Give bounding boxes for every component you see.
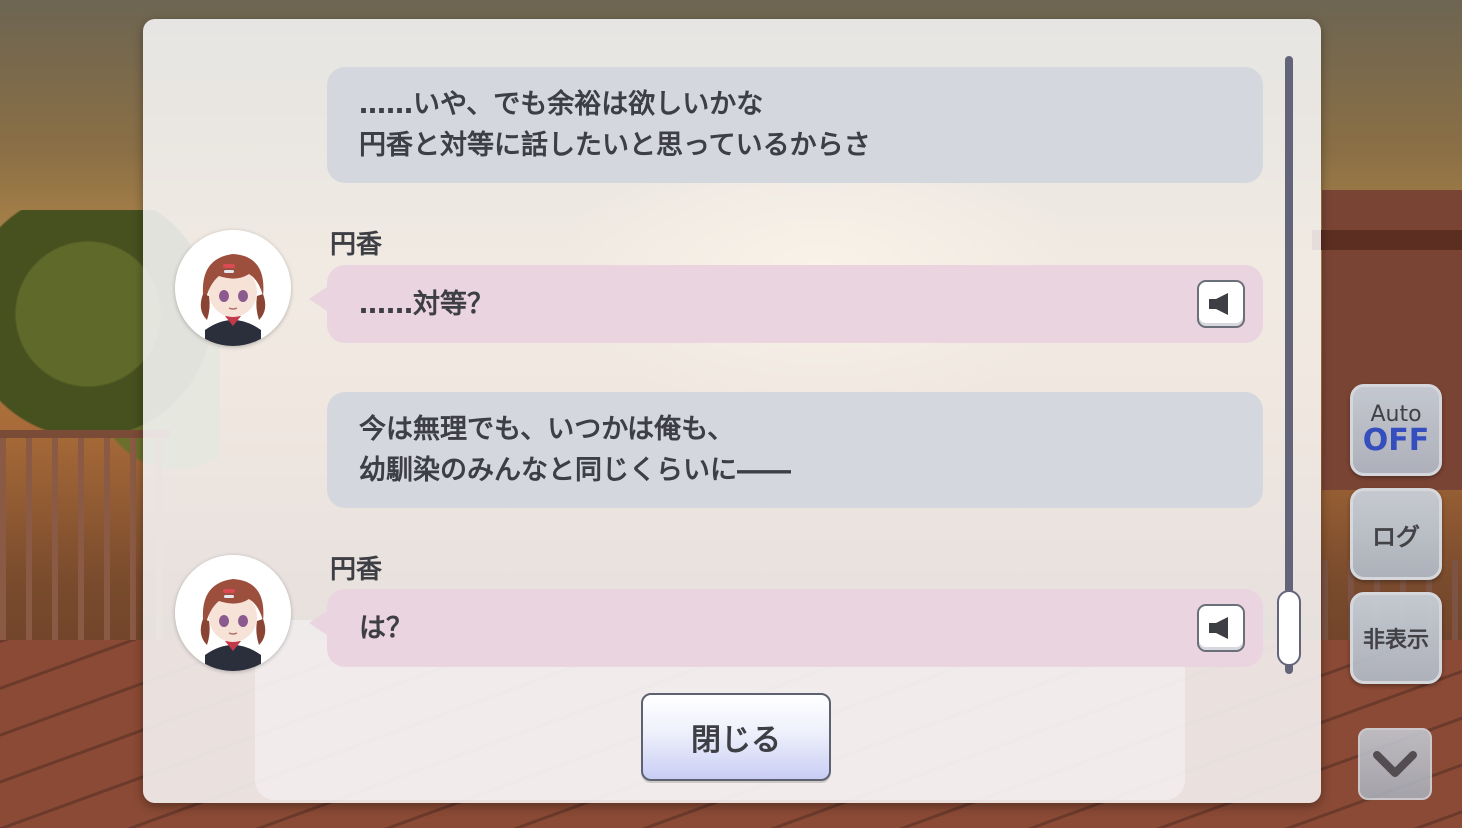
log-button[interactable]: ログ <box>1350 488 1442 580</box>
narration-line: ……いや、でも余裕は欲しいかな <box>359 89 764 120</box>
log-button-label: ログ <box>1372 522 1420 551</box>
narration-bubble: ……いや、でも余裕は欲しいかな 円香と対等に話したいと思っているからさ <box>327 67 1263 183</box>
hide-ui-button[interactable]: 非表示 <box>1350 592 1442 684</box>
auto-toggle-button[interactable]: Auto OFF <box>1350 384 1442 476</box>
building-roof <box>1312 230 1462 250</box>
close-button-label: 閉じる <box>691 723 781 758</box>
voice-replay-button[interactable] <box>1197 604 1245 652</box>
narration-bubble: 今は無理でも、いつかは俺も、 幼馴染のみんなと同じくらいに―― <box>327 392 1263 508</box>
message-log-panel: ……いや、でも余裕は欲しいかな 円香と対等に話したいと思っているからさ 円香 …… <box>143 19 1321 803</box>
madoka-avatar-icon <box>175 230 291 346</box>
hide-button-label: 非表示 <box>1362 628 1429 653</box>
speaker-name: 円香 <box>330 230 383 260</box>
character-avatar <box>175 555 291 671</box>
madoka-avatar-icon <box>175 555 291 671</box>
auto-state: OFF <box>1362 423 1430 458</box>
log-scrollbar-thumb[interactable] <box>1277 590 1301 666</box>
voice-replay-button[interactable] <box>1197 280 1245 328</box>
speaker-icon <box>1209 617 1228 639</box>
narration-line: 今は無理でも、いつかは俺も、 <box>359 414 735 445</box>
speaker-icon <box>1209 293 1228 315</box>
character-line: は？ <box>359 612 413 644</box>
narration-line: 円香と対等に話したいと思っているからさ <box>359 130 871 161</box>
character-bubble: は？ <box>309 589 1263 667</box>
character-line: ……対等？ <box>359 288 494 320</box>
speaker-name: 円香 <box>330 555 383 585</box>
close-button[interactable]: 閉じる <box>641 693 831 781</box>
character-bubble: ……対等？ <box>309 265 1263 343</box>
next-button[interactable] <box>1358 728 1432 800</box>
narration-line: 幼馴染のみんなと同じくらいに―― <box>359 455 791 486</box>
log-scrollbar-track[interactable] <box>1285 56 1293 674</box>
chevron-down-icon <box>1373 751 1417 777</box>
character-avatar <box>175 230 291 346</box>
